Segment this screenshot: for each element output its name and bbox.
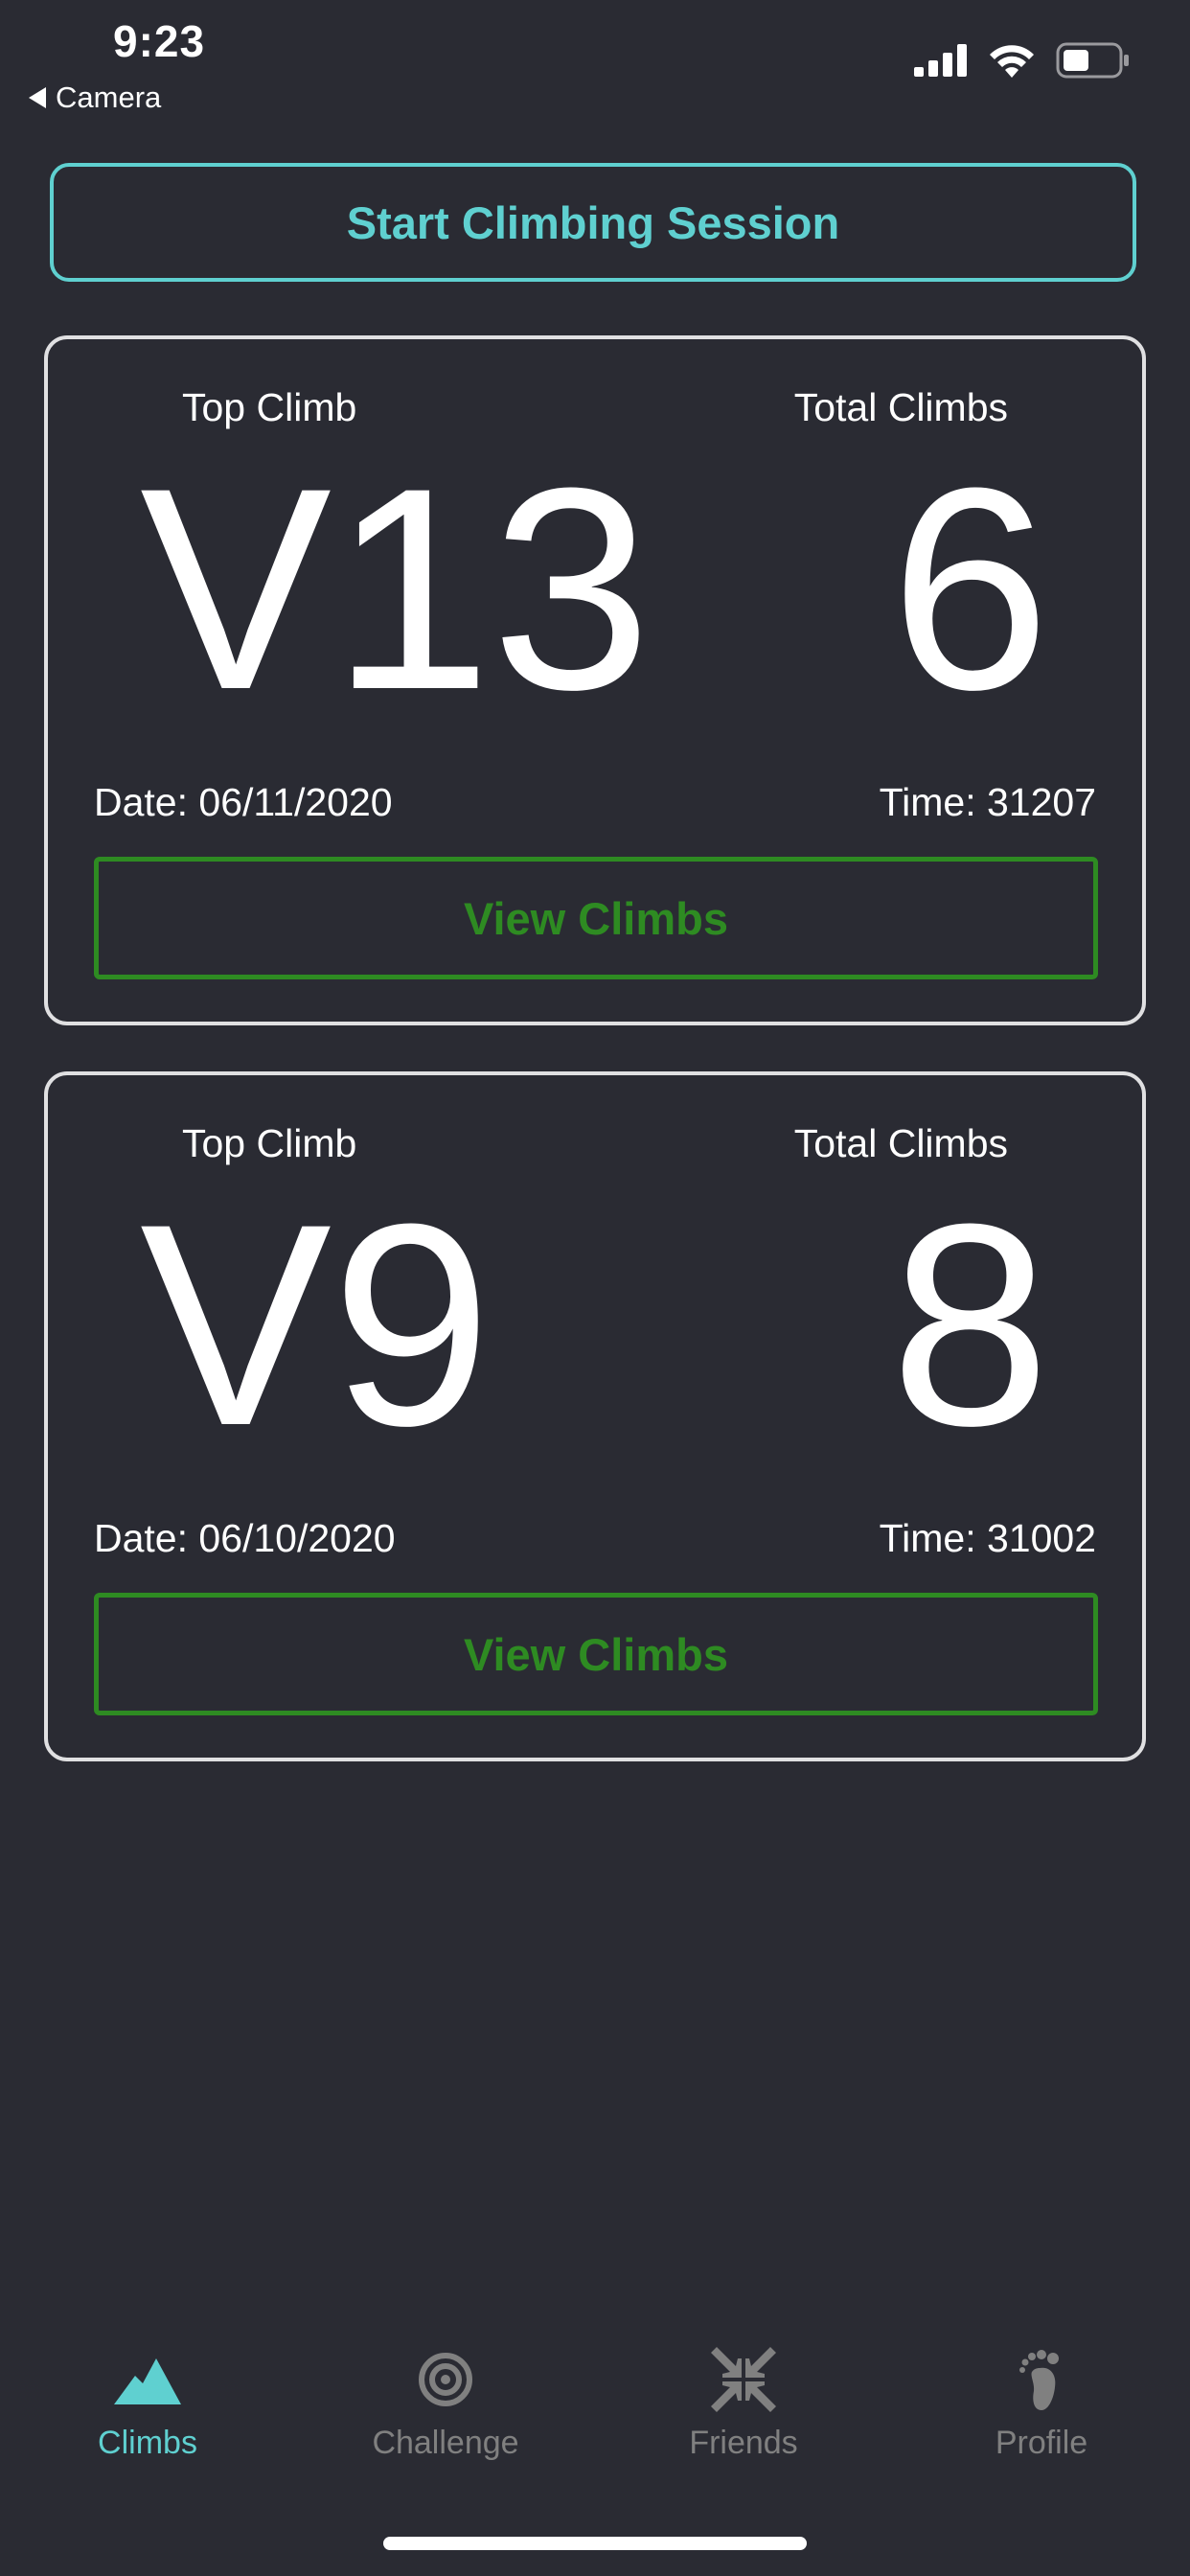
target-icon [419,2353,472,2406]
total-climbs-label: Total Climbs [793,1121,1008,1165]
view-climbs-button[interactable]: View Climbs [94,1593,1098,1715]
back-to-camera-link[interactable]: Camera [29,80,161,115]
status-icons [914,42,1131,79]
top-climb-value: V9 [140,1163,492,1485]
tab-profile[interactable]: Profile [927,2338,1156,2472]
back-arrow-icon [29,87,46,108]
total-climbs-value: 8 [890,1163,1050,1485]
footprint-icon [1019,2350,1059,2410]
status-time: 9:23 [113,16,206,66]
tab-label: Climbs [98,2425,197,2461]
tab-label: Friends [689,2425,798,2461]
signal-icon [914,44,967,77]
session-date: Date: 06/11/2020 [94,780,393,824]
tab-climbs[interactable]: Climbs [33,2338,263,2472]
tab-label: Profile [995,2425,1088,2461]
tab-label: Challenge [372,2425,519,2461]
top-climb-label: Top Climb [182,1121,357,1165]
mountain-icon [114,2358,181,2404]
session-card: Top Climb Total Climbs V13 6 Date: 06/11… [44,335,1146,1025]
home-indicator [383,2537,807,2550]
top-climb-value: V13 [140,427,652,749]
top-climb-label: Top Climb [182,385,357,429]
view-climbs-button[interactable]: View Climbs [94,857,1098,979]
status-bar: 9:23 Camera [0,0,1190,134]
battery-icon [1056,42,1129,79]
total-climbs-label: Total Climbs [793,385,1008,429]
session-time: Time: 31002 [879,1516,1096,1560]
start-climbing-session-button[interactable]: Start Climbing Session [50,163,1136,282]
total-climbs-value: 6 [890,427,1050,749]
back-link-label: Camera [56,80,162,114]
tab-bar: Climbs Challenge Friends Profile [0,2338,1190,2472]
tab-challenge[interactable]: Challenge [331,2338,561,2472]
wifi-icon [990,45,1034,78]
session-card: Top Climb Total Climbs V9 8 Date: 06/10/… [44,1071,1146,1761]
session-date: Date: 06/10/2020 [94,1516,396,1560]
session-time: Time: 31207 [879,780,1096,824]
arrows-in-icon [711,2347,776,2412]
tab-friends[interactable]: Friends [629,2338,858,2472]
